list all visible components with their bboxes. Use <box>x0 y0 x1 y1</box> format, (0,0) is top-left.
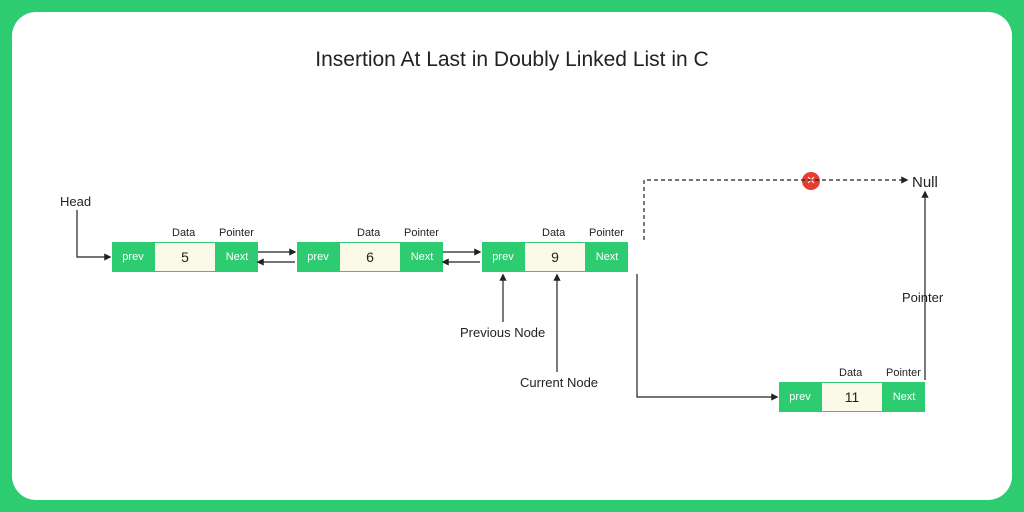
cross-icon: ✕ <box>802 172 820 190</box>
label-data: Data <box>357 227 380 239</box>
label-data: Data <box>172 227 195 239</box>
node-4: prev 11 Next <box>779 382 925 412</box>
node-next-cell: Next <box>401 242 443 272</box>
label-data: Data <box>839 367 862 379</box>
label-head: Head <box>60 194 91 209</box>
label-pointer-side: Pointer <box>902 290 943 305</box>
label-pointer: Pointer <box>886 367 921 379</box>
label-pointer: Pointer <box>589 227 624 239</box>
node-data-cell: 6 <box>339 242 401 272</box>
node-prev-cell: prev <box>297 242 339 272</box>
node-1: prev 5 Next <box>112 242 258 272</box>
node-3: prev 9 Next <box>482 242 628 272</box>
node-next-cell: Next <box>216 242 258 272</box>
label-current-node: Current Node <box>520 375 598 390</box>
label-pointer: Pointer <box>219 227 254 239</box>
node-data-cell: 9 <box>524 242 586 272</box>
node-data-cell: 11 <box>821 382 883 412</box>
node-prev-cell: prev <box>112 242 154 272</box>
label-null: Null <box>912 174 938 191</box>
page-title: Insertion At Last in Doubly Linked List … <box>12 48 1012 72</box>
label-previous-node: Previous Node <box>460 325 545 340</box>
node-prev-cell: prev <box>779 382 821 412</box>
label-data: Data <box>542 227 565 239</box>
node-2: prev 6 Next <box>297 242 443 272</box>
node-prev-cell: prev <box>482 242 524 272</box>
node-data-cell: 5 <box>154 242 216 272</box>
node-next-cell: Next <box>883 382 925 412</box>
label-pointer: Pointer <box>404 227 439 239</box>
node-next-cell: Next <box>586 242 628 272</box>
diagram-canvas: Insertion At Last in Doubly Linked List … <box>12 12 1012 500</box>
